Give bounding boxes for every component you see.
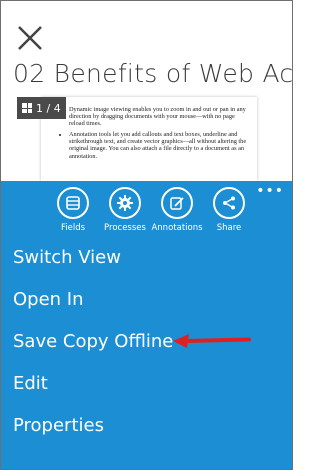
red-arrow-icon	[173, 334, 251, 348]
menu-item-open-in[interactable]: Open In	[13, 285, 273, 327]
menu-item-switch-view[interactable]: Switch View	[13, 243, 273, 285]
menu-item-edit[interactable]: Edit	[13, 369, 273, 411]
annotate-icon	[170, 197, 184, 210]
preview-bullet-list: Annotation tools let you add callouts an…	[59, 131, 257, 163]
menu-item-properties[interactable]: Properties	[13, 411, 273, 453]
document-title: 02 Benefits of Web Acc	[13, 59, 293, 88]
gear-icon	[117, 195, 133, 211]
annotations-button[interactable]: Annotations	[151, 187, 203, 233]
share-button[interactable]: Share	[209, 187, 249, 233]
share-label: Share	[216, 223, 242, 233]
actions-panel: ••• Fields Processes Annotations Share S…	[1, 181, 292, 469]
processes-label: Processes	[104, 223, 146, 233]
share-icon	[223, 196, 235, 210]
annotations-label: Annotations	[151, 223, 203, 233]
grid-icon	[22, 103, 32, 113]
page-indicator-label: 1 / 4	[36, 101, 61, 115]
preview-paragraph: Dynamic image viewing enables you to zoo…	[69, 106, 246, 128]
preview-bullet: Annotation tools let you add callouts an…	[69, 131, 257, 160]
action-bar: Fields Processes Annotations Share	[53, 187, 249, 233]
page-indicator[interactable]: 1 / 4	[17, 97, 66, 119]
document-preview[interactable]: Dynamic image viewing enables you to zoo…	[41, 97, 257, 181]
processes-button[interactable]: Processes	[104, 187, 146, 233]
app-frame: 02 Benefits of Web Acc 1 / 4 Dynamic ima…	[0, 0, 293, 470]
more-options-button[interactable]: •••	[256, 183, 284, 199]
fields-icon	[66, 196, 80, 210]
close-icon[interactable]	[15, 23, 45, 53]
fields-label: Fields	[60, 223, 86, 233]
fields-button[interactable]: Fields	[53, 187, 93, 233]
